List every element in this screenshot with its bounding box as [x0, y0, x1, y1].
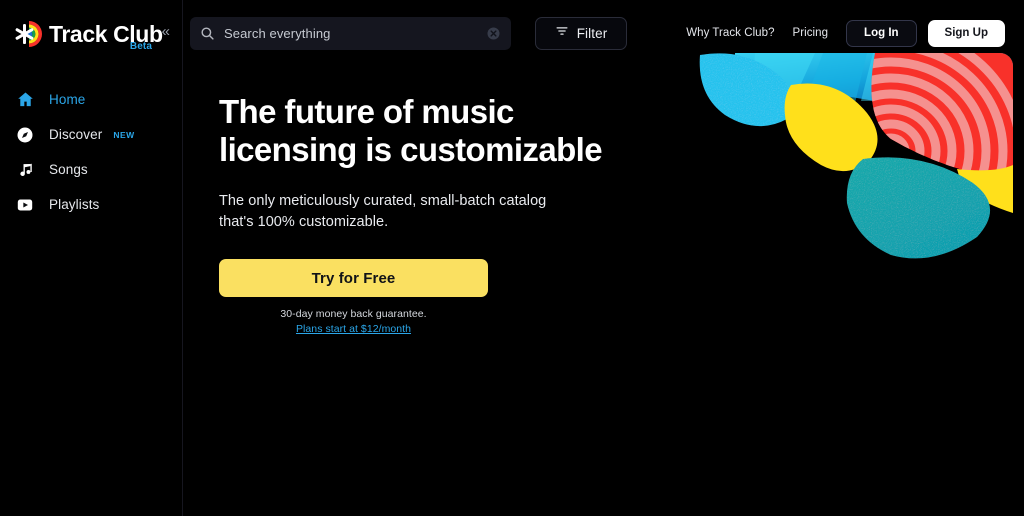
hero-subtitle: The only meticulously curated, small-bat…: [219, 191, 564, 233]
try-for-free-button[interactable]: Try for Free: [219, 259, 488, 297]
filter-funnel-icon: [555, 24, 569, 43]
sidebar-item-label: Discover: [49, 127, 103, 142]
home-icon: [14, 89, 36, 111]
login-button[interactable]: Log In: [846, 19, 917, 47]
filter-label: Filter: [576, 25, 608, 41]
nav-link-pricing[interactable]: Pricing: [793, 27, 829, 39]
playlist-play-icon: [14, 194, 36, 216]
sidebar-item-label: Songs: [49, 162, 88, 177]
sidebar-item-label: Home: [49, 92, 86, 107]
sidebar-item-discover[interactable]: Discover NEW: [0, 117, 182, 152]
hero-title-line-1: The future of music: [219, 93, 514, 130]
money-back-guarantee-text: 30-day money back guarantee.: [280, 308, 427, 320]
sidebar-item-badge: NEW: [113, 129, 135, 140]
beta-badge: Beta: [129, 41, 152, 52]
topbar: Filter Why Track Club? Pricing Log In Si…: [183, 0, 1024, 66]
topbar-nav: Why Track Club? Pricing Log In Sign Up: [686, 19, 1005, 47]
brand[interactable]: Track Club « Beta: [0, 0, 182, 52]
trackclub-asterisk-logo-icon: [14, 19, 44, 49]
sidebar-item-songs[interactable]: Songs: [0, 152, 182, 187]
hero-section: The future of music licensing is customi…: [183, 66, 1024, 335]
sidebar-item-home[interactable]: Home: [0, 82, 182, 117]
app-root: Track Club « Beta Home Discover NEW Song…: [0, 0, 1024, 516]
music-note-icon: [14, 159, 36, 181]
sidebar-item-playlists[interactable]: Playlists: [0, 187, 182, 222]
compass-icon: [14, 124, 36, 146]
hero-title: The future of music licensing is customi…: [219, 93, 639, 169]
search-input[interactable]: [224, 25, 486, 41]
sidebar: Track Club « Beta Home Discover NEW Song…: [0, 0, 183, 516]
hero-subtitle-line-2: that's 100% customizable.: [219, 214, 389, 230]
main-content: Filter Why Track Club? Pricing Log In Si…: [183, 0, 1024, 516]
hero-title-line-2: licensing is customizable: [219, 131, 603, 168]
sidebar-collapse-icon[interactable]: «: [162, 24, 170, 39]
clear-circle-x-icon[interactable]: [486, 26, 501, 41]
pricing-plans-link[interactable]: Plans start at $12/month: [219, 323, 488, 335]
sidebar-nav: Home Discover NEW Songs Playlists: [0, 82, 182, 222]
signup-button[interactable]: Sign Up: [927, 19, 1005, 47]
filter-button[interactable]: Filter: [535, 16, 627, 50]
search-icon: [200, 26, 215, 41]
hero-subtitle-line-1: The only meticulously curated, small-bat…: [219, 193, 547, 209]
sidebar-item-label: Playlists: [49, 197, 100, 212]
search-bar[interactable]: [190, 16, 511, 50]
nav-link-why-track-club[interactable]: Why Track Club?: [686, 27, 774, 39]
